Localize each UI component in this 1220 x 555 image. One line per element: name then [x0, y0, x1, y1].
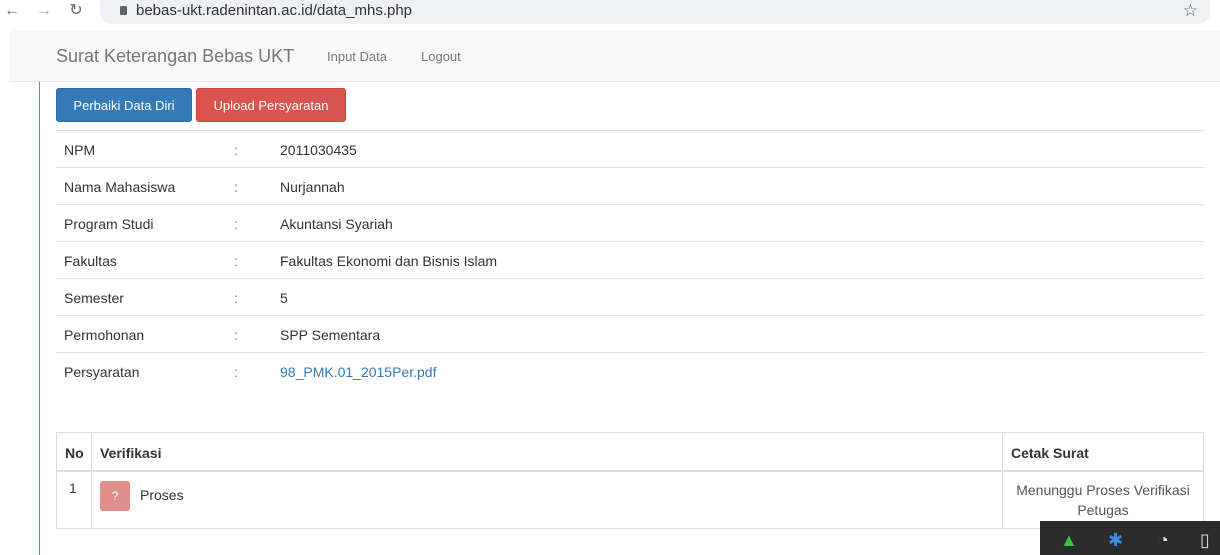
bluetooth-icon[interactable]: ✱ — [1108, 531, 1123, 549]
cetak-status-text: Menunggu Proses Verifikasi Petugas — [1003, 480, 1203, 520]
header-verifikasi: Verifikasi — [100, 445, 162, 461]
info-row-prodi: Program Studi : Akuntansi Syariah — [56, 204, 1204, 241]
info-row-fakultas: Fakultas : Fakultas Ekonomi dan Bisnis I… — [56, 241, 1204, 278]
header-no: No — [65, 445, 84, 461]
info-row-permohonan: Permohonan : SPP Sementara — [56, 315, 1204, 352]
info-colon: : — [234, 216, 238, 232]
forward-icon[interactable]: → — [34, 2, 54, 22]
info-row-nama: Nama Mahasiswa : Nurjannah — [56, 167, 1204, 204]
header-cell-cetak: Cetak Surat — [1003, 433, 1203, 470]
info-colon: : — [234, 253, 238, 269]
browser-toolbar: ← → ↻ bebas-ukt.radenintan.ac.id/data_mh… — [0, 0, 1220, 30]
info-label: Semester — [64, 290, 124, 306]
cetak-status-line2: Petugas — [1077, 502, 1129, 518]
verification-status: Proses — [140, 487, 184, 503]
question-badge[interactable]: ? — [100, 481, 130, 511]
url-text[interactable]: bebas-ukt.radenintan.ac.id/data_mhs.php — [136, 2, 412, 19]
info-value: Fakultas Ekonomi dan Bisnis Islam — [280, 253, 498, 269]
info-label: Permohonan — [64, 327, 145, 343]
info-value: 2011030435 — [280, 142, 357, 158]
cetak-status-line1: Menunggu Proses Verifikasi — [1016, 482, 1190, 498]
navbar-brand[interactable]: Surat Keterangan Bebas UKT — [56, 46, 294, 67]
bookmark-star-icon[interactable]: ☆ — [1183, 1, 1198, 21]
info-value: 5 — [280, 290, 288, 306]
info-label: Persyaratan — [64, 364, 140, 380]
info-row-npm: NPM : 2011030435 — [56, 130, 1204, 167]
app-tray-icon[interactable]: ▲ — [1060, 531, 1078, 549]
row-number: 1 — [69, 480, 77, 496]
content-border — [39, 82, 40, 555]
info-colon: : — [234, 290, 238, 306]
header-cell-no: No — [57, 433, 92, 470]
info-row-persyaratan: Persyaratan : 98_PMK.01_2015Per.pdf — [56, 352, 1204, 389]
info-value: Nurjannah — [280, 179, 345, 195]
taskbar-tray: ▲ ✱ ◔ ▯ — [1040, 521, 1220, 555]
requirement-file-link[interactable]: 98_PMK.01_2015Per.pdf — [280, 364, 436, 380]
top-navbar: Surat Keterangan Bebas UKT Input Data Lo… — [10, 30, 1220, 82]
info-row-semester: Semester : 5 — [56, 278, 1204, 315]
cell-verifikasi: ? Proses — [92, 472, 1003, 528]
site-info-icon[interactable] — [120, 6, 127, 15]
cell-cetak-surat: Menunggu Proses Verifikasi Petugas — [1003, 472, 1203, 528]
upload-requirements-button[interactable]: Upload Persyaratan — [196, 88, 346, 122]
verification-table-header: No Verifikasi Cetak Surat — [57, 433, 1203, 472]
cell-no: 1 — [57, 472, 92, 528]
fix-data-button[interactable]: Perbaiki Data Diri — [56, 88, 192, 122]
header-cetak-surat: Cetak Surat — [1011, 445, 1089, 461]
info-label: Nama Mahasiswa — [64, 179, 176, 195]
info-label: Program Studi — [64, 216, 154, 232]
info-colon: : — [234, 142, 238, 158]
header-cell-verifikasi: Verifikasi — [92, 433, 1003, 470]
nav-link-input-data[interactable]: Input Data — [327, 49, 387, 64]
notification-icon[interactable]: ▯ — [1200, 531, 1210, 549]
info-label: NPM — [64, 142, 96, 158]
info-value: Akuntansi Syariah — [280, 216, 393, 232]
info-label: Fakultas — [64, 253, 117, 269]
reload-icon[interactable]: ↻ — [66, 2, 86, 22]
verification-table: No Verifikasi Cetak Surat 1 ? Proses Men… — [56, 432, 1204, 529]
table-row: 1 ? Proses Menunggu Proses Verifikasi Pe… — [57, 472, 1203, 528]
info-colon: : — [234, 364, 238, 380]
nav-link-logout[interactable]: Logout — [421, 49, 461, 64]
student-info-table: NPM : 2011030435 Nama Mahasiswa : Nurjan… — [56, 130, 1204, 389]
info-colon: : — [234, 327, 238, 343]
info-value: SPP Sementara — [280, 327, 381, 343]
wifi-icon[interactable]: ◔ — [1158, 531, 1169, 549]
address-bar[interactable]: bebas-ukt.radenintan.ac.id/data_mhs.php … — [100, 0, 1210, 24]
info-colon: : — [234, 179, 238, 195]
back-icon[interactable]: ← — [2, 2, 22, 22]
